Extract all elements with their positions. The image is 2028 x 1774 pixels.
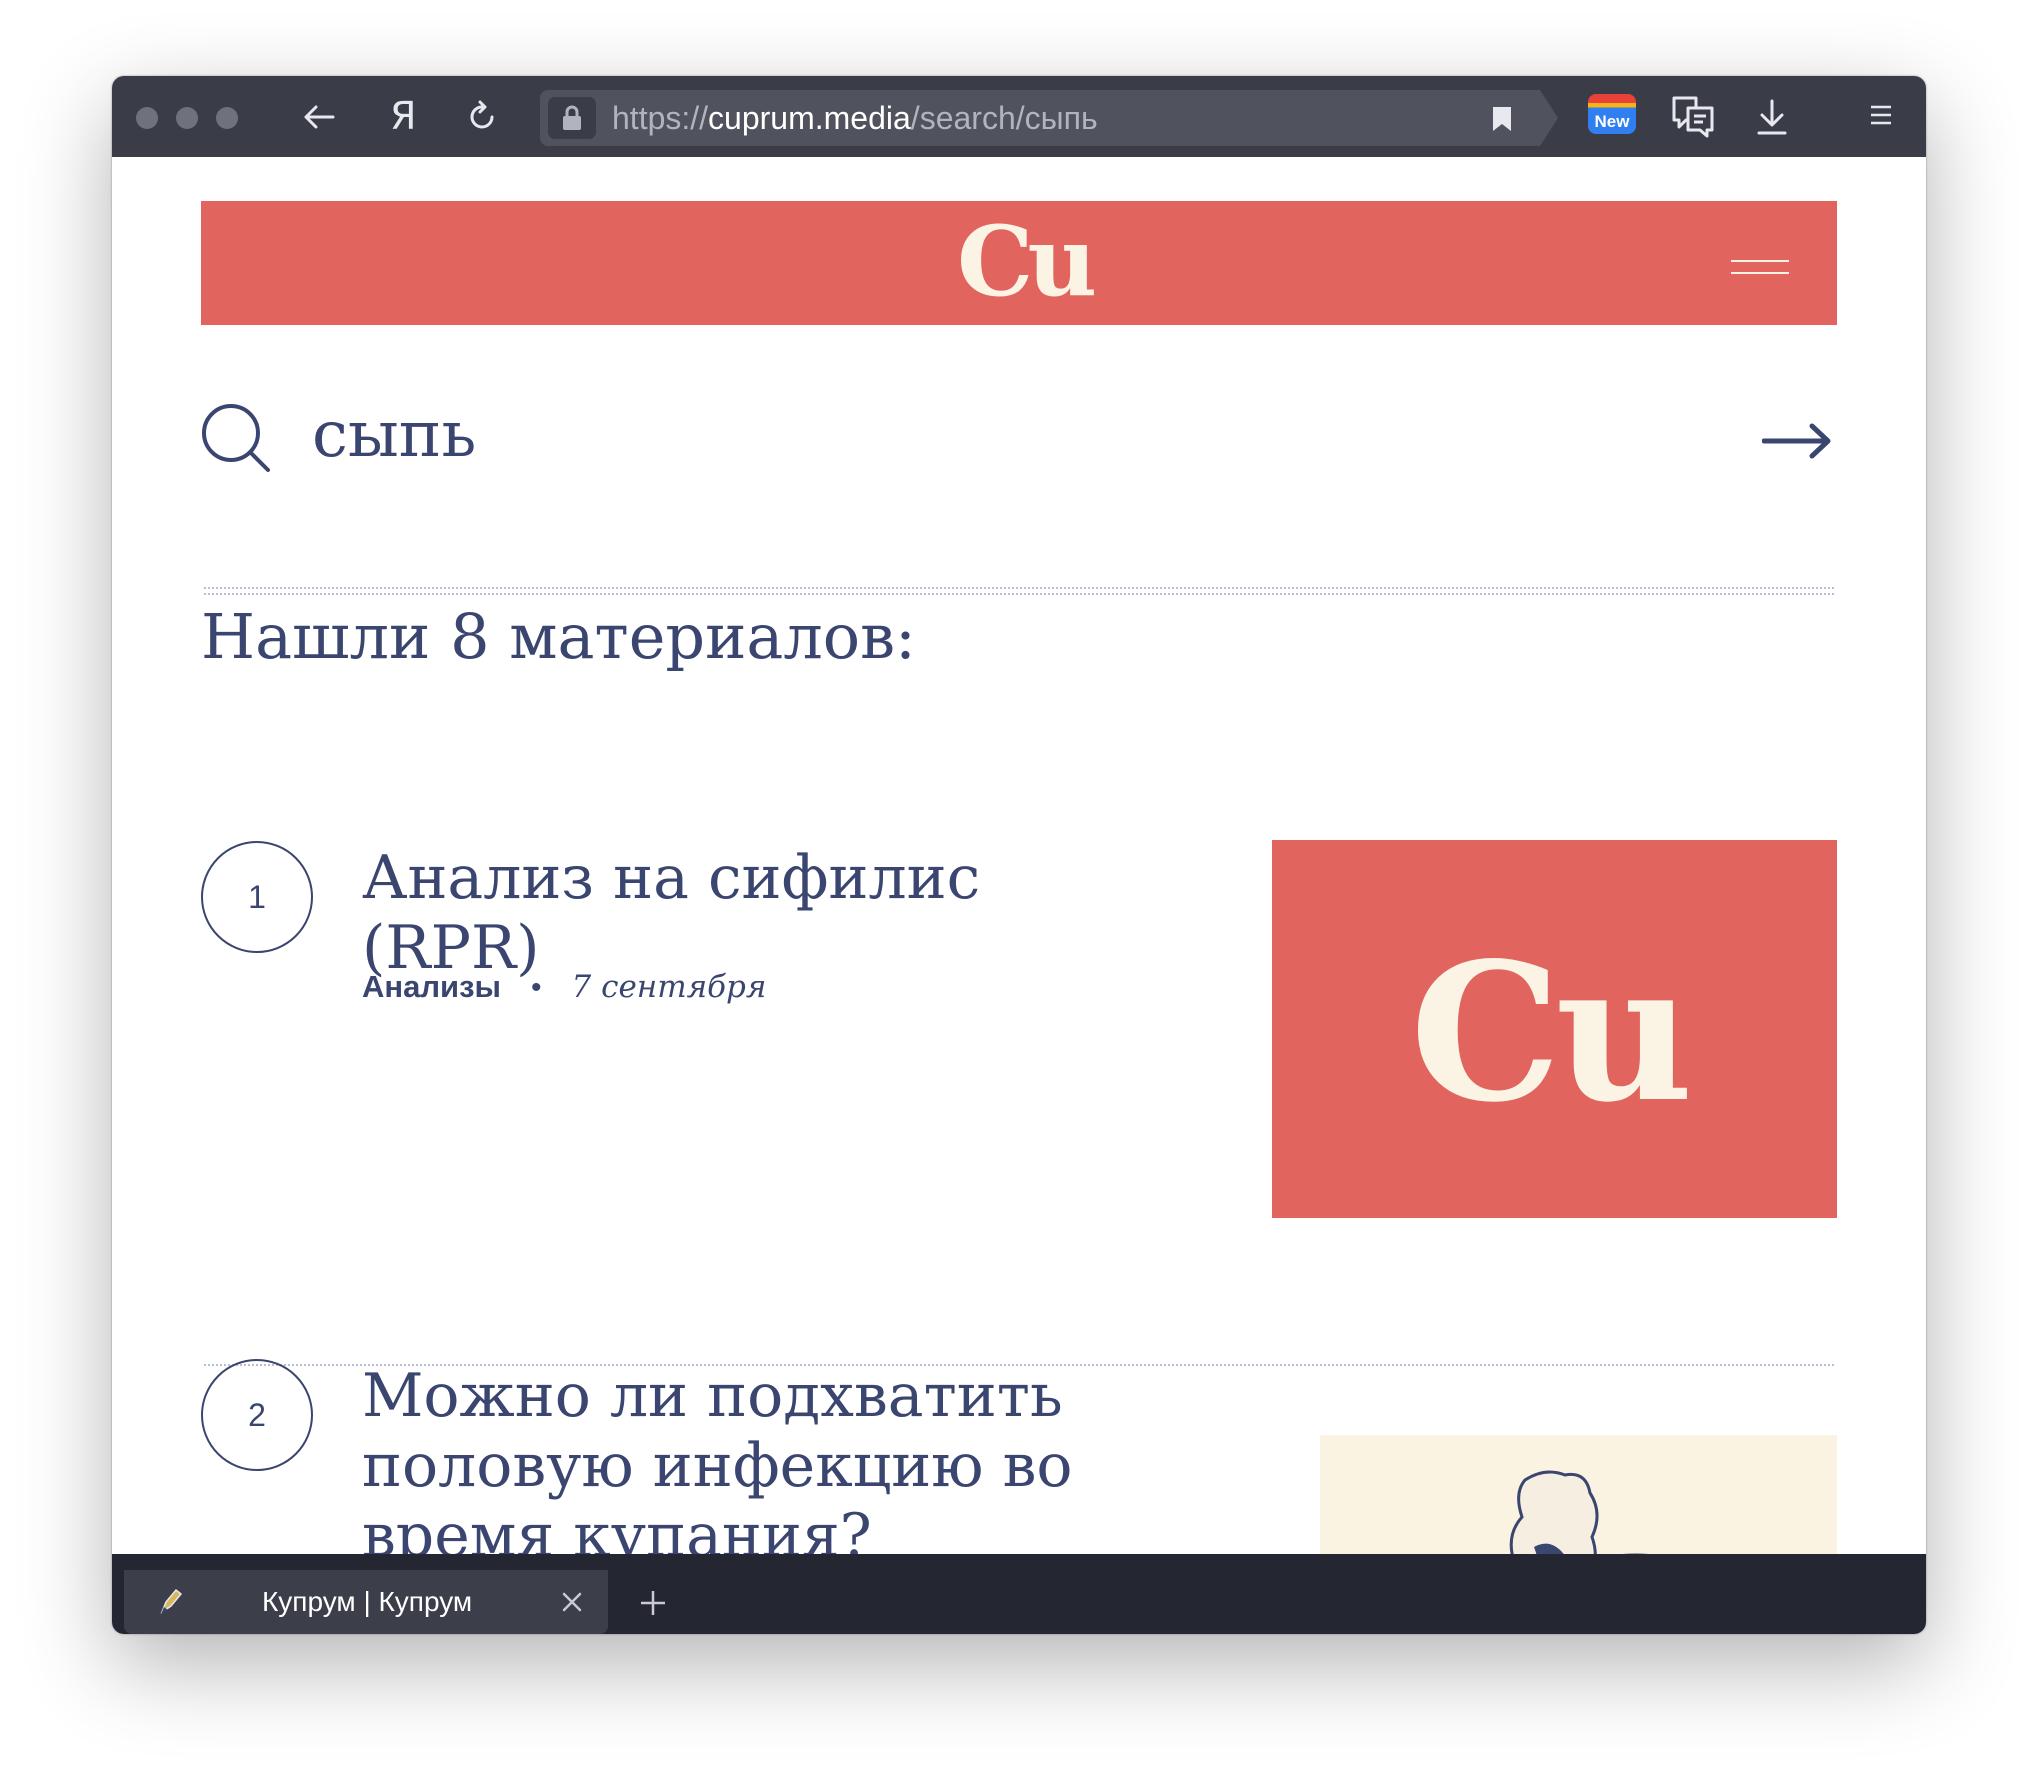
thumbnail-logo: Cu [1410, 921, 1693, 1144]
browser-toolbar: Я https://cuprum.media/search/сыпь New [112, 76, 1926, 157]
search-divider-second [204, 593, 1834, 595]
result-title-link[interactable]: Можно ли подхватить половую инфекцию во … [362, 1361, 1182, 1554]
yandex-button[interactable]: Я [390, 94, 416, 138]
download-icon[interactable] [1756, 98, 1788, 136]
site-header: Cu [201, 201, 1837, 325]
results-count-heading: Нашли 8 материалов: [201, 600, 916, 673]
lock-icon [563, 105, 581, 130]
window-zoom-button[interactable] [216, 107, 238, 129]
tab-bar-edge [112, 1554, 1926, 1570]
result-thumbnail-illustration[interactable] [1320, 1435, 1837, 1554]
result-number-badge: 1 [201, 841, 313, 953]
new-tab-plus-icon[interactable] [640, 1590, 666, 1616]
result-thumbnail[interactable]: Cu [1272, 840, 1837, 1218]
search-icon [202, 404, 270, 472]
url-text[interactable]: https://cuprum.media/search/сыпь [612, 90, 1098, 146]
hamburger-menu-icon[interactable] [1731, 260, 1789, 274]
window-close-button[interactable] [136, 107, 158, 129]
extension-new-badge[interactable]: New [1588, 94, 1636, 134]
extension-new-label: New [1594, 112, 1630, 131]
url-host: cuprum.media [708, 100, 911, 136]
tab-title: Купрум | Купрум [262, 1586, 473, 1617]
page-content: Cu сыпь Нашли 8 материалов: 1 Анализ на … [112, 157, 1926, 1554]
result-meta: Анализы • 7 сентября [362, 967, 766, 1007]
url-path: /search/сыпь [910, 100, 1098, 136]
swimmers-illustration-icon [1509, 1470, 1649, 1554]
result-category-link[interactable]: Анализы [362, 969, 501, 1004]
result-number-badge: 2 [201, 1359, 313, 1471]
browser-window: Я https://cuprum.media/search/сыпь New C… [112, 76, 1926, 1634]
search-input[interactable]: сыпь [312, 395, 476, 475]
tab-active[interactable]: Купрум | Купрум [124, 1570, 608, 1634]
site-logo[interactable]: Cu [957, 207, 1097, 317]
address-bar[interactable]: https://cuprum.media/search/сыпь [540, 90, 1540, 146]
favicon-pencil-icon [160, 1588, 183, 1614]
bookmark-icon[interactable] [1490, 106, 1514, 132]
search-divider [204, 587, 1834, 589]
meta-separator-dot: • [531, 971, 542, 1004]
search-submit-arrow-icon[interactable] [1762, 421, 1832, 461]
tab-close-icon[interactable] [562, 1592, 582, 1612]
menu-icon[interactable] [1870, 104, 1892, 126]
address-bar-tip [1540, 90, 1558, 146]
result-title-link[interactable]: Анализ на сифилис (RPR) [362, 843, 1172, 983]
lock-button[interactable] [548, 97, 596, 139]
translate-icon[interactable] [1670, 94, 1716, 138]
window-minimize-button[interactable] [176, 107, 198, 129]
url-scheme: https:// [612, 100, 709, 136]
result-date: 7 сентября [571, 969, 767, 1005]
back-arrow-icon[interactable] [302, 100, 336, 134]
reload-icon[interactable] [466, 100, 498, 132]
